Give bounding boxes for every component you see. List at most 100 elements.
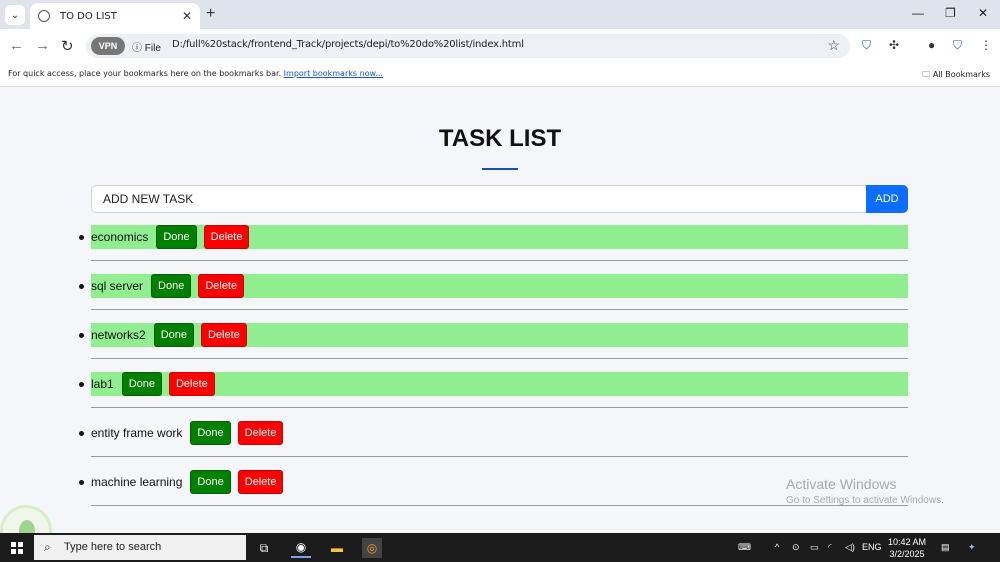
- bullet: [79, 431, 84, 436]
- omnibox[interactable]: VPN ⓘ File D:/full%20stack/frontend_Trac…: [86, 34, 850, 58]
- search-icon: ⌕: [44, 540, 51, 554]
- back-icon[interactable]: ←: [9, 37, 24, 54]
- bullet: [79, 480, 84, 485]
- delete-button[interactable]: Delete: [168, 372, 215, 396]
- watermark-title: Activate Windows: [786, 476, 897, 492]
- menu-icon[interactable]: ⋮: [980, 38, 992, 52]
- task-divider: [91, 260, 908, 261]
- network-icon[interactable]: ⊙: [792, 542, 800, 553]
- copilot-icon[interactable]: ✦: [968, 542, 976, 553]
- clock-date: 3/2/2025: [889, 549, 925, 559]
- delete-button[interactable]: Delete: [237, 470, 284, 494]
- import-bookmarks-link[interactable]: Import bookmarks now...: [284, 69, 383, 78]
- globe-icon: [38, 10, 50, 22]
- bullet: [79, 235, 84, 240]
- browser-tab-strip: ⌄ TO DO LIST ✕ + — ❐ ✕: [0, 0, 1000, 29]
- windows-taskbar: ⌕ Type here to search ⧉ ◉ ▬ ◎ ⌨ ^ ⊙ ▭ ◜ …: [0, 533, 1000, 562]
- task-item: economics Done Delete: [79, 224, 908, 273]
- profile-icon[interactable]: ●: [928, 38, 935, 52]
- delete-button[interactable]: Delete: [237, 421, 284, 445]
- task-item: entity frame work Done Delete: [79, 420, 908, 469]
- browser-tab[interactable]: TO DO LIST ✕: [30, 3, 200, 29]
- minimize-icon[interactable]: —: [912, 6, 924, 20]
- new-task-input[interactable]: [91, 185, 867, 213]
- notifications-icon[interactable]: ▤: [941, 542, 950, 553]
- bullet: [79, 382, 84, 387]
- shield-extension-icon[interactable]: ⛉: [862, 38, 871, 53]
- windows-start-icon[interactable]: [11, 542, 23, 554]
- task-divider: [91, 407, 908, 408]
- delete-button[interactable]: Delete: [198, 274, 245, 298]
- task-row: lab1 Done Delete: [91, 372, 908, 396]
- done-button[interactable]: Done: [156, 225, 197, 249]
- folder-icon: 🗀: [922, 70, 931, 79]
- address-row: ← → ↻ VPN ⓘ File D:/full%20stack/fronten…: [0, 29, 1000, 63]
- task-item: networks2 Done Delete: [79, 322, 908, 371]
- task-name: entity frame work: [91, 426, 183, 440]
- done-button[interactable]: Done: [151, 274, 192, 298]
- taskbar-search-text: Type here to search: [64, 541, 162, 553]
- chevron-down-icon: ⌄: [10, 9, 20, 21]
- task-list: economics Done Delete sql server Done Delete n…: [79, 224, 908, 518]
- chrome-icon[interactable]: ◉: [291, 538, 311, 558]
- task-view-icon[interactable]: ⧉: [254, 538, 274, 558]
- bookmark-star-icon[interactable]: ☆: [827, 37, 840, 54]
- task-row: economics Done Delete: [91, 225, 908, 249]
- battery-icon[interactable]: ▭: [810, 542, 819, 553]
- task-row: networks2 Done Delete: [91, 323, 908, 347]
- chevron-up-icon[interactable]: ^: [775, 542, 779, 552]
- volume-icon[interactable]: ◁): [845, 542, 855, 553]
- language-indicator[interactable]: ENG: [862, 542, 882, 552]
- activate-windows-watermark: Activate Windows Go to Settings to activ…: [786, 476, 944, 506]
- delete-button[interactable]: Delete: [203, 225, 250, 249]
- watermark-subtitle: Go to Settings to activate Windows.: [786, 495, 944, 506]
- task-divider: [91, 309, 908, 310]
- task-item: lab1 Done Delete: [79, 371, 908, 420]
- done-button[interactable]: Done: [121, 372, 162, 396]
- restore-icon[interactable]: ❐: [945, 6, 956, 20]
- task-name: economics: [91, 230, 149, 244]
- task-divider: [91, 358, 908, 359]
- all-bookmarks-label: All Bookmarks: [932, 70, 990, 79]
- task-name: lab1: [91, 377, 114, 391]
- vpn-badge[interactable]: VPN: [91, 37, 125, 55]
- bookmarks-bar: For quick access, place your bookmarks h…: [0, 63, 1000, 87]
- page-title: TASK LIST: [438, 125, 562, 152]
- tab-search-button[interactable]: ⌄: [5, 5, 25, 25]
- task-name: machine learning: [91, 475, 183, 489]
- bullet: [79, 333, 84, 338]
- browser-app-icon[interactable]: ◎: [362, 538, 382, 558]
- reload-icon[interactable]: ↻: [61, 37, 74, 55]
- task-name: sql server: [91, 279, 144, 293]
- wifi-icon[interactable]: ◜: [828, 542, 832, 553]
- task-row: entity frame work Done Delete: [91, 421, 908, 445]
- bookmarks-message: For quick access, place your bookmarks h…: [8, 69, 383, 78]
- forward-icon[interactable]: →: [35, 37, 50, 54]
- task-divider: [91, 456, 908, 457]
- clock[interactable]: 10:42 AM 3/2/2025: [888, 536, 926, 560]
- url-text[interactable]: D:/full%20stack/frontend_Track/projects/…: [172, 39, 524, 50]
- site-info[interactable]: ⓘ File: [132, 39, 161, 54]
- file-label: File: [144, 43, 161, 54]
- tab-close-icon[interactable]: ✕: [182, 9, 192, 23]
- add-task-button[interactable]: ADD: [866, 185, 908, 213]
- vpn-shield-icon[interactable]: ⛉: [953, 38, 962, 53]
- task-item: sql server Done Delete: [79, 273, 908, 322]
- file-explorer-icon[interactable]: ▬: [327, 538, 347, 558]
- bookmarks-hint: For quick access, place your bookmarks h…: [8, 69, 282, 78]
- keyboard-icon[interactable]: ⌨: [738, 542, 751, 553]
- delete-button[interactable]: Delete: [201, 323, 247, 347]
- window-close-icon[interactable]: ✕: [978, 6, 988, 20]
- title-underline: [482, 168, 518, 170]
- all-bookmarks[interactable]: 🗀 All Bookmarks: [922, 69, 990, 83]
- task-row: sql server Done Delete: [91, 274, 908, 298]
- extensions-icon[interactable]: ✣: [889, 38, 899, 52]
- tab-title: TO DO LIST: [60, 10, 117, 22]
- done-button[interactable]: Done: [153, 323, 194, 347]
- new-tab-button[interactable]: +: [206, 5, 215, 23]
- clock-time: 10:42 AM: [888, 537, 927, 547]
- task-name: networks2: [91, 328, 146, 342]
- taskbar-search[interactable]: ⌕ Type here to search: [34, 535, 246, 560]
- done-button[interactable]: Done: [190, 421, 231, 445]
- done-button[interactable]: Done: [190, 470, 231, 494]
